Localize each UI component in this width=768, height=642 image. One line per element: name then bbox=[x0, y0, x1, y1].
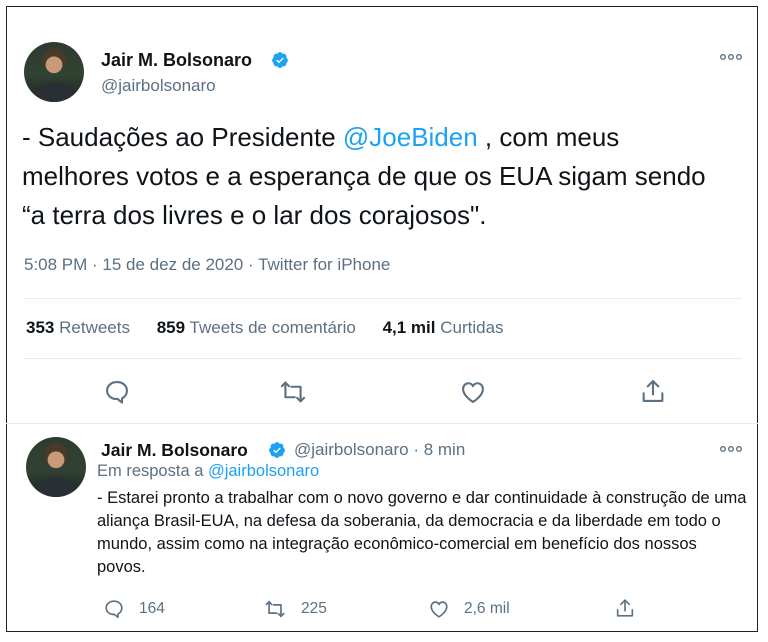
reply-count: 164 bbox=[139, 600, 165, 617]
in-reply-to: Em resposta a @jairbolsonaro bbox=[97, 462, 319, 481]
tweet-text: - Saudações ao Presidente @JoeBiden , co… bbox=[22, 118, 712, 235]
verified-badge-icon bbox=[269, 442, 285, 458]
more-dots-icon[interactable] bbox=[720, 53, 742, 61]
like-heart-icon bbox=[430, 601, 448, 618]
tweet-timestamp[interactable]: 5:08 PM · 15 de dez de 2020 · Twitter fo… bbox=[24, 255, 390, 275]
retweets-label: Retweets bbox=[59, 318, 130, 337]
retweets-stat[interactable]: 353 Retweets bbox=[26, 318, 130, 337]
divider bbox=[24, 298, 742, 299]
mention-link[interactable]: @JoeBiden bbox=[343, 122, 478, 152]
reply-icon bbox=[105, 600, 123, 619]
share-icon[interactable] bbox=[614, 597, 636, 619]
retweet-icon[interactable] bbox=[279, 378, 307, 406]
likes-label: Curtidas bbox=[440, 318, 504, 337]
likes-count: 4,1 mil bbox=[382, 318, 436, 337]
author-handle[interactable]: @jairbolsonaro bbox=[101, 76, 216, 96]
retweet-action[interactable]: 225 bbox=[263, 598, 327, 620]
reply-text: - Estarei pronto a trabalhar com o novo … bbox=[97, 489, 747, 576]
reply-icon[interactable] bbox=[103, 378, 131, 406]
author-name[interactable]: Jair M. Bolsonaro bbox=[101, 50, 252, 71]
divider bbox=[6, 423, 758, 424]
in-reply-handle-link[interactable]: @jairbolsonaro bbox=[208, 462, 319, 480]
share-icon[interactable] bbox=[639, 377, 667, 405]
retweet-count: 225 bbox=[301, 600, 327, 617]
in-reply-prefix: Em resposta a bbox=[97, 462, 208, 480]
retweet-icon bbox=[265, 600, 285, 618]
tweet-stats: 353 Retweets 859 Tweets de comentário 4,… bbox=[26, 318, 526, 338]
reply-author-avatar[interactable] bbox=[26, 437, 86, 497]
likes-stat[interactable]: 4,1 mil Curtidas bbox=[383, 318, 504, 337]
divider bbox=[24, 358, 742, 359]
quotes-stat[interactable]: 859 Tweets de comentário bbox=[157, 318, 356, 337]
author-avatar[interactable] bbox=[24, 42, 84, 102]
like-action[interactable]: 2,6 mil bbox=[428, 598, 510, 620]
like-count: 2,6 mil bbox=[464, 600, 510, 617]
verified-badge-icon bbox=[272, 52, 288, 68]
like-heart-icon[interactable] bbox=[459, 378, 487, 406]
retweets-count: 353 bbox=[26, 318, 55, 337]
quotes-count: 859 bbox=[156, 318, 186, 337]
reply-handle-time[interactable]: @jairbolsonaro · 8 min bbox=[294, 440, 465, 460]
quotes-label: Tweets de comentário bbox=[189, 318, 356, 337]
reply-action[interactable]: 164 bbox=[103, 598, 165, 620]
more-dots-icon[interactable] bbox=[720, 445, 742, 453]
reply-author-name[interactable]: Jair M. Bolsonaro bbox=[101, 440, 248, 461]
tweet-text-before: - Saudações ao Presidente bbox=[22, 122, 343, 152]
